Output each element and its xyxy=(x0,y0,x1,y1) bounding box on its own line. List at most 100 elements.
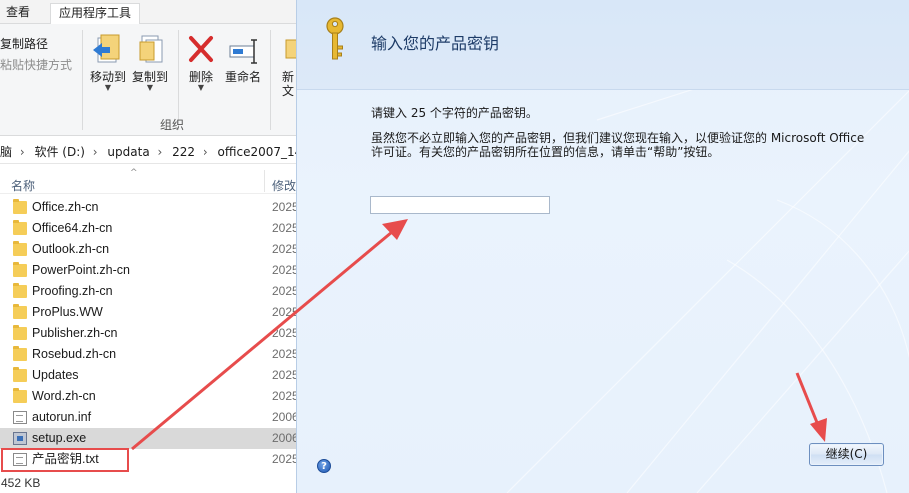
file-name: Updates xyxy=(32,368,79,382)
folder-icon xyxy=(13,346,27,361)
file-name: setup.exe xyxy=(32,431,87,445)
file-name: Outlook.zh-cn xyxy=(32,242,110,256)
file-date: 2025 xyxy=(272,305,299,319)
paste-shortcut-button[interactable]: 粘贴快捷方式 xyxy=(0,55,80,76)
list-item[interactable]: Rosebud.zh-cn 2025 xyxy=(0,344,300,365)
rename-label: 重命名 xyxy=(224,70,261,84)
continue-button[interactable]: 继续(C) xyxy=(809,443,884,466)
file-date: 2025 xyxy=(272,389,299,403)
file-date: 2025 xyxy=(272,200,299,214)
folder-icon xyxy=(13,262,27,277)
chevron-right-icon: › xyxy=(92,145,98,159)
copy-to-button[interactable]: 复制到 ▼ xyxy=(130,32,170,92)
product-key-input[interactable] xyxy=(370,196,550,214)
ribbon-separator xyxy=(82,30,83,130)
file-name: PowerPoint.zh-cn xyxy=(32,263,130,277)
chevron-down-icon: ▼ xyxy=(104,83,112,92)
file-date: 2025 xyxy=(272,326,299,340)
list-item[interactable]: PowerPoint.zh-cn 2025 xyxy=(0,260,300,281)
file-name: Proofing.zh-cn xyxy=(32,284,113,298)
chevron-right-icon: › xyxy=(202,145,208,159)
file-name: Office64.zh-cn xyxy=(32,221,113,235)
folder-icon xyxy=(13,220,27,235)
file-name: Office.zh-cn xyxy=(32,200,99,214)
clipboard-commands: 复制路径 粘贴快捷方式 xyxy=(0,34,80,76)
copy-path-button[interactable]: 复制路径 xyxy=(0,34,80,55)
folder-icon xyxy=(13,325,27,340)
ribbon-separator xyxy=(270,30,271,130)
move-to-button[interactable]: 移动到 ▼ xyxy=(88,32,128,92)
chevron-right-icon: › xyxy=(157,145,163,159)
folder-icon xyxy=(13,283,27,298)
list-item[interactable]: Publisher.zh-cn 2025 xyxy=(0,323,300,344)
file-name: Rosebud.zh-cn xyxy=(32,347,117,361)
folder-icon xyxy=(13,304,27,319)
tab-view[interactable]: 查看 xyxy=(0,3,38,24)
delete-button[interactable]: 删除 ▼ xyxy=(184,32,218,92)
file-date: 2025 xyxy=(272,284,299,298)
chevron-right-icon: › xyxy=(19,145,25,159)
list-item[interactable]: autorun.inf 2006 xyxy=(0,407,300,428)
file-explorer: 查看 应用程序工具 复制路径 粘贴快捷方式 移动到 ▼ 复制到 ▼ 删除 ▼ 重… xyxy=(0,0,300,493)
file-name: ProPlus.WW xyxy=(32,305,103,319)
breadcrumb-item[interactable]: office2007_14 xyxy=(218,145,300,159)
ribbon: 复制路径 粘贴快捷方式 移动到 ▼ 复制到 ▼ 删除 ▼ 重命名 新 文 组织 xyxy=(0,24,300,136)
file-name: Publisher.zh-cn xyxy=(32,326,118,340)
breadcrumb-item[interactable]: updata xyxy=(107,145,149,159)
file-name: Word.zh-cn xyxy=(32,389,96,403)
file-date: 2025 xyxy=(272,368,299,382)
column-modified[interactable]: 修改 xyxy=(272,177,296,194)
status-bar: 452 KB xyxy=(1,476,41,490)
list-item[interactable]: Office64.zh-cn 2025 xyxy=(0,218,300,239)
chevron-down-icon: ▼ xyxy=(197,83,205,92)
product-key-dialog: 输入您的产品密钥 请键入 25 个字符的产品密钥。 虽然您不必立即输入您的产品密… xyxy=(296,0,909,493)
instruction-text: 请键入 25 个字符的产品密钥。 xyxy=(371,106,538,120)
move-to-label: 移动到 xyxy=(89,70,126,84)
file-date: 2025 xyxy=(272,242,299,256)
column-divider[interactable] xyxy=(264,170,265,192)
settings-file-icon xyxy=(13,411,27,424)
file-date: 2025 xyxy=(272,221,299,235)
rename-icon xyxy=(222,32,264,70)
key-icon xyxy=(326,17,344,60)
column-header: ^ 名称 修改 xyxy=(0,166,300,194)
copy-to-label: 复制到 xyxy=(131,70,168,84)
list-item[interactable]: Updates 2025 xyxy=(0,365,300,386)
tab-app-tools[interactable]: 应用程序工具 xyxy=(50,3,141,25)
delete-icon xyxy=(184,32,218,70)
address-bar[interactable]: 脑 › 软件 (D:) › updata › 222 › office2007_… xyxy=(0,140,300,164)
list-item[interactable]: Office.zh-cn 2025 xyxy=(0,197,300,218)
file-date: 2006 xyxy=(272,431,299,445)
file-date: 2025 xyxy=(272,452,299,466)
move-to-icon xyxy=(88,32,128,70)
description-text: 虽然您不必立即输入您的产品密钥，但我们建议您现在输入，以便验证您的 Micros… xyxy=(371,131,865,159)
dialog-title: 输入您的产品密钥 xyxy=(371,34,500,53)
setup-exe-icon xyxy=(13,432,27,445)
list-item[interactable]: ProPlus.WW 2025 xyxy=(0,302,300,323)
help-icon[interactable]: ? xyxy=(317,459,331,473)
file-date: 2025 xyxy=(272,263,299,277)
delete-label: 删除 xyxy=(188,70,213,84)
folder-icon xyxy=(13,367,27,382)
file-date: 2025 xyxy=(272,347,299,361)
file-date: 2006 xyxy=(272,410,299,424)
list-item[interactable]: Proofing.zh-cn 2025 xyxy=(0,281,300,302)
list-item[interactable]: setup.exe 2006 xyxy=(0,428,300,449)
list-item[interactable]: Outlook.zh-cn 2025 xyxy=(0,239,300,260)
rename-button[interactable]: 重命名 xyxy=(222,32,264,84)
screen: 查看 应用程序工具 复制路径 粘贴快捷方式 移动到 ▼ 复制到 ▼ 删除 ▼ 重… xyxy=(0,0,909,493)
column-name[interactable]: 名称 xyxy=(11,177,35,194)
ribbon-separator xyxy=(178,30,179,130)
breadcrumb-item[interactable]: 脑 xyxy=(0,145,12,159)
list-item[interactable]: Word.zh-cn 2025 xyxy=(0,386,300,407)
folder-icon xyxy=(13,241,27,256)
file-name: autorun.inf xyxy=(32,410,92,424)
annotation-highlight-box xyxy=(1,448,129,472)
chevron-down-icon: ▼ xyxy=(146,83,154,92)
breadcrumb-item[interactable]: 软件 (D:) xyxy=(34,145,84,159)
breadcrumb-item[interactable]: 222 xyxy=(172,145,195,159)
dialog-header: 输入您的产品密钥 xyxy=(297,0,909,90)
sort-arrow-icon: ^ xyxy=(130,168,138,178)
folder-icon xyxy=(13,388,27,403)
dialog-body: 请键入 25 个字符的产品密钥。 虽然您不必立即输入您的产品密钥，但我们建议您现… xyxy=(371,104,891,159)
